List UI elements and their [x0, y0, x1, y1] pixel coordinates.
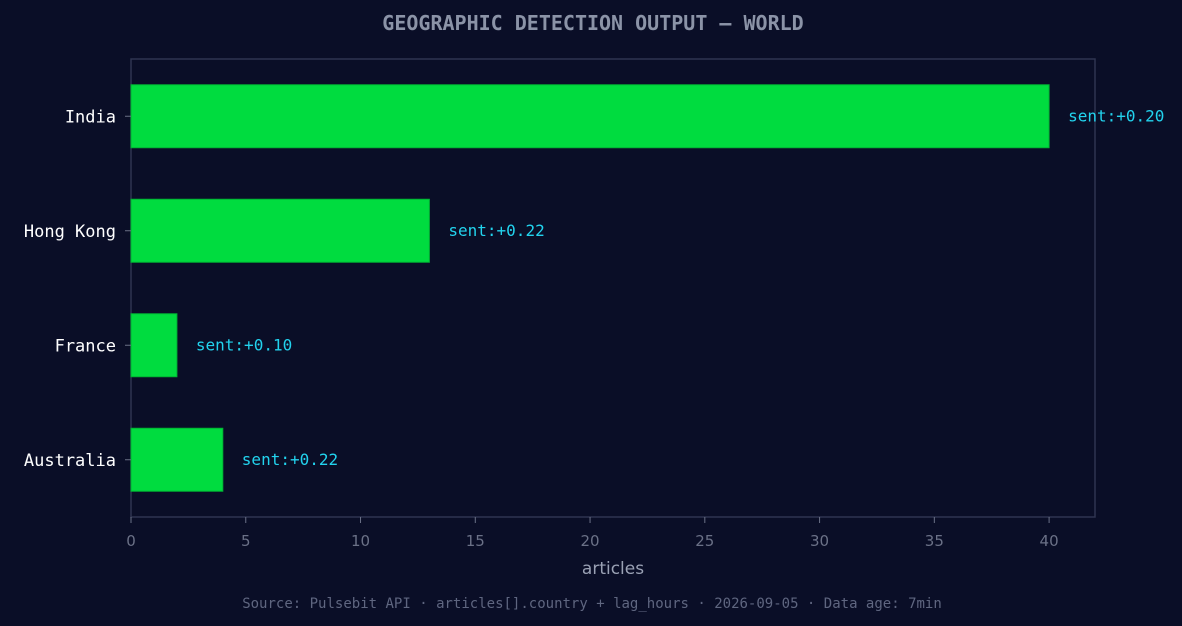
chart-title: GEOGRAPHIC DETECTION OUTPUT — WORLD: [382, 11, 803, 35]
x-axis-label: articles: [582, 559, 644, 579]
y-axis: India Hong Kong France Australia: [24, 107, 131, 471]
x-tick-label: 35: [925, 532, 944, 550]
y-tick-label-hong-kong: Hong Kong: [24, 222, 116, 242]
data-label-hong-kong: sent:+0.22: [448, 221, 544, 240]
x-tick-label: 20: [581, 532, 600, 550]
bar-india: [130, 84, 1050, 149]
x-tick-label: 10: [351, 532, 370, 550]
bar-australia: [130, 427, 224, 492]
x-tick-label: 30: [810, 532, 829, 550]
data-label-france: sent:+0.10: [196, 335, 292, 354]
y-tick-label-australia: Australia: [24, 451, 116, 471]
x-tick-label: 5: [241, 532, 251, 550]
x-tick-label: 0: [126, 532, 136, 550]
data-label-australia: sent:+0.22: [242, 450, 338, 469]
x-tick-label: 40: [1040, 532, 1059, 550]
x-tick-label: 15: [466, 532, 485, 550]
bar-france: [130, 313, 178, 378]
y-tick-label-india: India: [65, 107, 116, 127]
x-axis: 0 5 10 15 20 25 30 35 40: [126, 517, 1059, 550]
bar-hong-kong: [130, 198, 430, 263]
source-caption: Source: Pulsebit API · articles[].countr…: [242, 596, 942, 612]
data-label-india: sent:+0.20: [1068, 106, 1164, 125]
x-tick-label: 25: [695, 532, 714, 550]
y-tick-label-france: France: [55, 336, 116, 356]
bars-group: sent:+0.20 sent:+0.22 sent:+0.10 sent:+0.22: [130, 84, 1164, 492]
chart: GEOGRAPHIC DETECTION OUTPUT — WORLD sent…: [24, 11, 1165, 612]
